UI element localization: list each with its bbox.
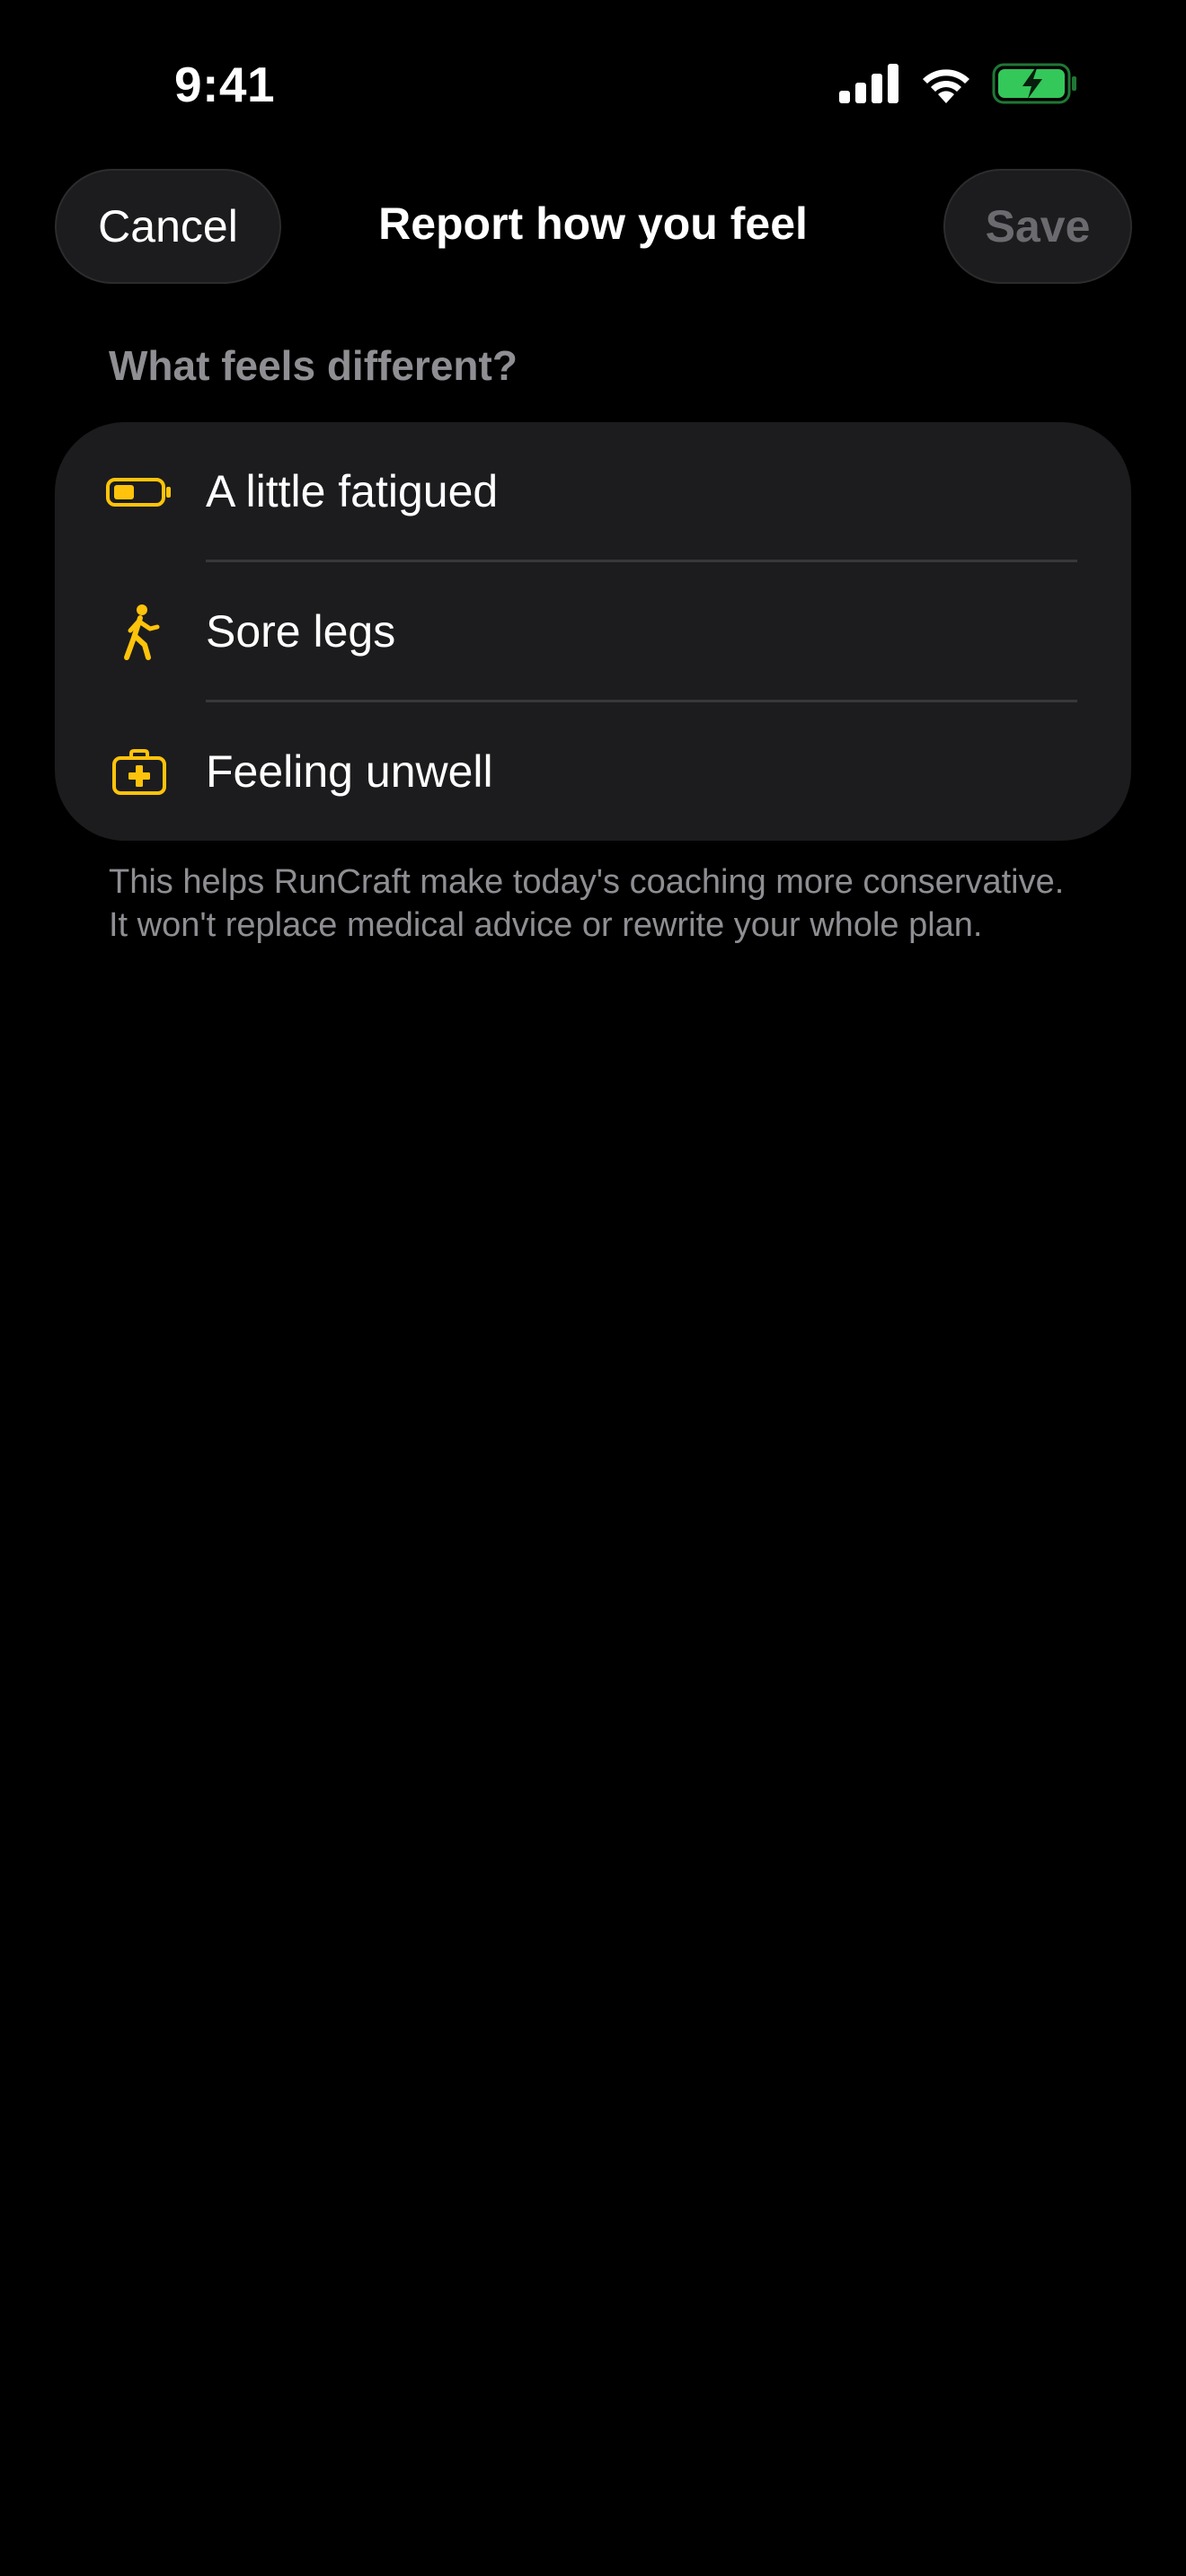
footer-note: This helps RunCraft make today's coachin… xyxy=(109,863,1065,944)
cellular-signal-icon xyxy=(839,64,900,108)
save-button[interactable]: Save xyxy=(943,169,1132,284)
status-bar: 9:41 xyxy=(0,0,1186,171)
wifi-icon xyxy=(920,64,972,108)
option-row-unwell[interactable]: Feeling unwell xyxy=(55,702,1131,841)
cancel-button[interactable]: Cancel xyxy=(55,169,281,284)
option-row-fatigued[interactable]: A little fatigued xyxy=(55,422,1131,561)
battery-charging-icon xyxy=(992,63,1078,109)
medical-kit-icon xyxy=(105,738,173,807)
option-label: Feeling unwell xyxy=(206,746,493,797)
page-title: Report how you feel xyxy=(378,198,808,249)
status-icons xyxy=(839,63,1078,109)
walking-figure-icon xyxy=(105,598,173,666)
battery-low-icon xyxy=(105,458,173,526)
options-list: A little fatigued Sore legs Feeling unwe… xyxy=(55,422,1131,841)
option-label: A little fatigued xyxy=(206,466,499,516)
option-label: Sore legs xyxy=(206,606,396,657)
status-time: 9:41 xyxy=(174,57,276,112)
section-header: What feels different? xyxy=(109,342,518,389)
option-row-sore-legs[interactable]: Sore legs xyxy=(55,562,1131,701)
